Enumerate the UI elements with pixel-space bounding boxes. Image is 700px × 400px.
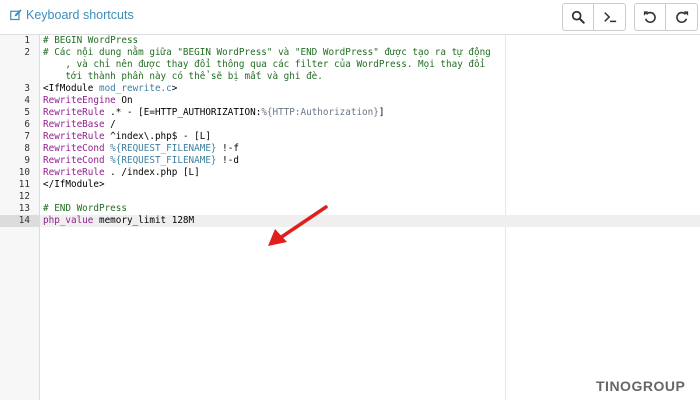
code-line: 5 RewriteRule .* - [E=HTTP_AUTHORIZATION:… <box>0 107 700 119</box>
code-text: RewriteCond %{REQUEST_FILENAME} !-d <box>43 155 239 167</box>
line-number: 14 <box>18 215 30 226</box>
code-text: RewriteBase / <box>43 119 116 131</box>
tinogroup-watermark: TINOGROUP <box>596 378 686 394</box>
red-arrow-annotation <box>268 205 328 246</box>
code-token: RewriteRule <box>43 131 105 142</box>
code-token: On <box>115 95 133 106</box>
line-number: 7 <box>24 131 30 142</box>
line-number: 9 <box>24 155 30 166</box>
code-token: </IfModule> <box>43 179 105 190</box>
code-token: <IfModule <box>43 83 99 94</box>
code-token: # END WordPress <box>43 203 127 214</box>
code-line: 6 RewriteBase / <box>0 119 700 131</box>
code-text: </IfModule> <box>43 179 105 191</box>
line-number: 3 <box>24 83 30 94</box>
search-terminal-group <box>562 3 626 31</box>
line-number: 10 <box>18 167 30 178</box>
code-token: # Các nội dung nằm giữa "BEGIN WordPress… <box>43 47 491 58</box>
code-lines: 1 # BEGIN WordPress 2 # Các nội dung nằm gi… <box>0 35 700 227</box>
code-line: tới thành phần này có thể sẽ bị mất và g… <box>0 71 700 83</box>
code-token: RewriteBase <box>43 119 105 130</box>
code-line: 12 <box>0 191 700 203</box>
code-token: RewriteEngine <box>43 95 116 106</box>
code-line: 13 # END WordPress <box>0 203 700 215</box>
search-button[interactable] <box>563 4 594 30</box>
code-token: .* - [E=HTTP_AUTHORIZATION: <box>104 107 262 118</box>
code-token: php_value <box>43 215 94 226</box>
terminal-icon <box>603 12 616 23</box>
code-token: RewriteCond <box>43 143 105 154</box>
code-text: RewriteRule . /index.php [L] <box>43 167 200 179</box>
undo-button[interactable] <box>635 4 666 30</box>
code-token: ^index\.php$ - [L] <box>104 131 211 142</box>
redo-button[interactable] <box>666 4 697 30</box>
code-text: # END WordPress <box>43 203 127 215</box>
line-number: 6 <box>24 119 30 130</box>
code-token: %{HTTP:Authorization} <box>261 107 379 118</box>
search-icon <box>571 10 585 24</box>
code-token: RewriteRule <box>43 167 105 178</box>
line-number: 11 <box>18 179 30 190</box>
code-token: %{REQUEST_FILENAME} <box>104 155 217 166</box>
code-text: # BEGIN WordPress <box>43 35 138 47</box>
code-token: / <box>104 119 116 130</box>
line-number: 5 <box>24 107 30 118</box>
code-token: RewriteCond <box>43 155 105 166</box>
code-token: memory_limit 128M <box>93 215 195 226</box>
code-token: , và chỉ nên được thay đổi thông qua các… <box>43 59 486 70</box>
line-number: 1 <box>24 35 30 46</box>
code-line: 14 php_value memory_limit 128M <box>0 215 700 227</box>
code-token: ] <box>378 107 385 118</box>
code-text: RewriteEngine On <box>43 95 133 107</box>
code-token: %{REQUEST_FILENAME} <box>104 143 217 154</box>
code-text: RewriteRule .* - [E=HTTP_AUTHORIZATION:%… <box>43 107 384 119</box>
code-token: !-f <box>216 143 239 154</box>
code-editor[interactable]: 1 # BEGIN WordPress 2 # Các nội dung nằm gi… <box>0 34 700 400</box>
code-line: 4 RewriteEngine On <box>0 95 700 107</box>
terminal-button[interactable] <box>594 4 625 30</box>
code-text: php_value memory_limit 128M <box>43 215 194 227</box>
code-line: , và chỉ nên được thay đổi thông qua các… <box>0 59 700 71</box>
code-token: > <box>171 83 178 94</box>
code-token: # BEGIN WordPress <box>43 35 139 46</box>
code-line: 9 RewriteCond %{REQUEST_FILENAME} !-d <box>0 155 700 167</box>
code-text: RewriteRule ^index\.php$ - [L] <box>43 131 211 143</box>
code-line: 8 RewriteCond %{REQUEST_FILENAME} !-f <box>0 143 700 155</box>
code-line: 7 RewriteRule ^index\.php$ - [L] <box>0 131 700 143</box>
line-number: 4 <box>24 95 30 106</box>
code-text: RewriteCond %{REQUEST_FILENAME} !-f <box>43 143 239 155</box>
undo-icon <box>643 11 656 23</box>
code-text: # Các nội dung nằm giữa "BEGIN WordPress… <box>43 47 491 59</box>
line-number: 13 <box>18 203 30 214</box>
line-number: 8 <box>24 143 30 154</box>
code-text: , và chỉ nên được thay đổi thông qua các… <box>43 59 485 71</box>
line-number: 12 <box>18 191 30 202</box>
code-line: 2 # Các nội dung nằm giữa "BEGIN WordPres… <box>0 47 700 59</box>
code-line: 1 # BEGIN WordPress <box>0 35 700 47</box>
code-line: 3 <IfModule mod_rewrite.c> <box>0 83 700 95</box>
code-token: !-d <box>216 155 239 166</box>
line-number: 2 <box>24 47 30 58</box>
undo-redo-group <box>634 3 698 31</box>
code-text: tới thành phần này có thể sẽ bị mất và g… <box>43 71 323 83</box>
code-token: mod_rewrite.c <box>98 83 172 94</box>
code-line: 11 </IfModule> <box>0 179 700 191</box>
keyboard-shortcuts-link[interactable]: Keyboard shortcuts <box>10 8 134 22</box>
code-token: RewriteRule <box>43 107 105 118</box>
code-text: <IfModule mod_rewrite.c> <box>43 83 177 95</box>
code-line: 10 RewriteRule . /index.php [L] <box>0 167 700 179</box>
code-token: tới thành phần này có thể sẽ bị mất và g… <box>43 71 323 82</box>
code-token: . /index.php [L] <box>104 167 200 178</box>
editor-toolbar: Keyboard shortcuts <box>0 0 700 34</box>
redo-icon <box>675 11 688 23</box>
edit-icon <box>10 9 22 21</box>
keyboard-shortcuts-label: Keyboard shortcuts <box>26 8 134 22</box>
